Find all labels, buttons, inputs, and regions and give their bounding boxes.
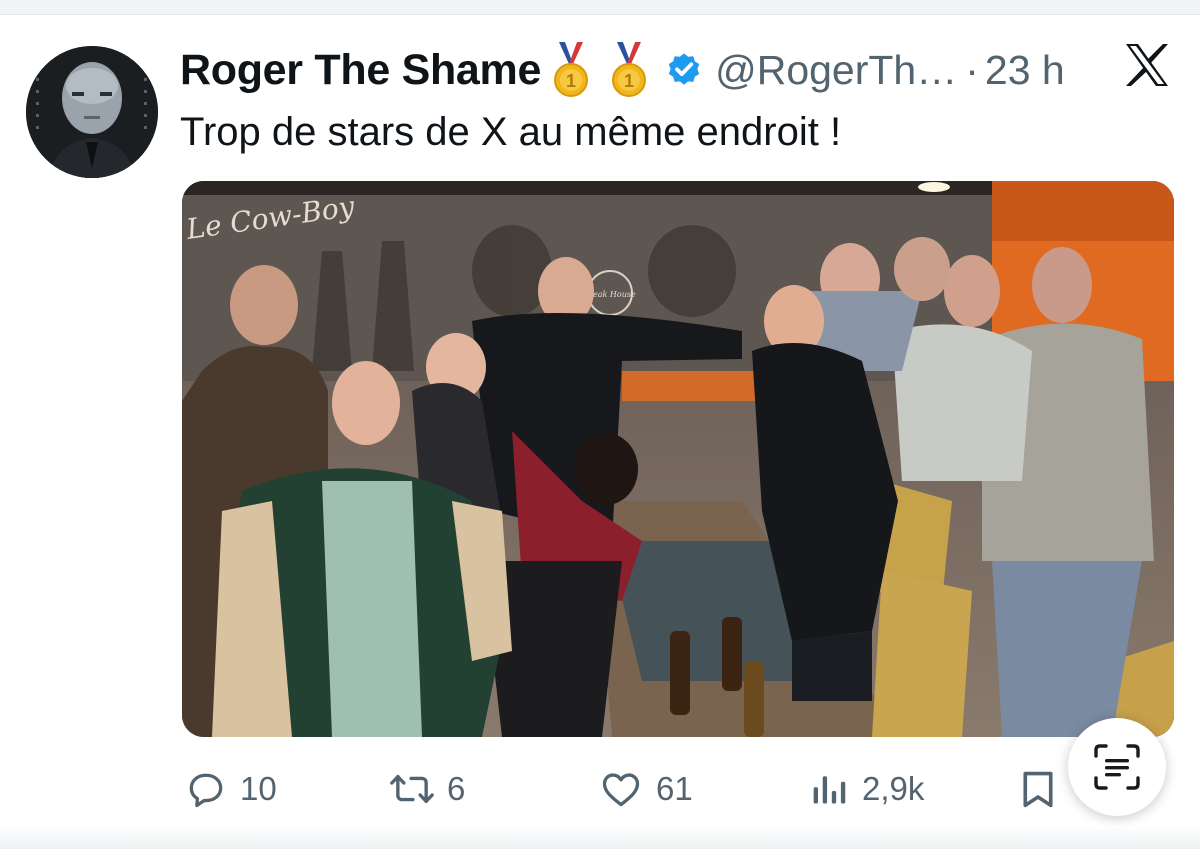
repost-icon xyxy=(390,774,434,804)
gold-medal-icon: 1 xyxy=(612,42,647,97)
tweet-actions: 10 6 61 2,9k xyxy=(0,756,1200,826)
medal-digit: 1 xyxy=(566,71,576,91)
group-photo-image: Le Cow-Boy Steak House xyxy=(182,181,1174,737)
tweet-photo[interactable]: Le Cow-Boy Steak House xyxy=(182,181,1174,737)
tweet-header: Roger The Shame 1 1 @RogerTh… · 23 h xyxy=(180,38,1065,102)
avatar-image xyxy=(26,46,158,178)
repost-count: 6 xyxy=(447,770,466,807)
reply-button[interactable]: 10 xyxy=(184,766,277,812)
tweet-text: Trop de stars de X au même endroit ! xyxy=(180,110,842,154)
heart-icon xyxy=(602,773,640,807)
bookmark-button[interactable] xyxy=(1018,766,1058,812)
views-count: 2,9k xyxy=(862,770,925,807)
verified-badge-icon[interactable] xyxy=(665,51,703,89)
bookmark-icon xyxy=(1023,771,1053,808)
gold-medal-icon: 1 xyxy=(554,42,589,97)
like-count: 61 xyxy=(656,770,693,807)
reply-icon xyxy=(189,773,223,808)
separator-dot: · xyxy=(965,46,979,93)
medal-digit: 1 xyxy=(624,71,634,91)
avatar[interactable] xyxy=(26,46,158,178)
like-button[interactable]: 61 xyxy=(598,766,693,812)
bottom-fade xyxy=(0,826,1200,849)
timestamp[interactable]: 23 h xyxy=(985,47,1065,94)
repost-button[interactable]: 6 xyxy=(389,766,465,812)
author-name[interactable]: Roger The Shame xyxy=(180,46,541,95)
reply-count: 10 xyxy=(240,770,277,807)
x-logo-icon xyxy=(1126,44,1168,86)
views-button[interactable]: 2,9k xyxy=(810,766,924,812)
text-scan-icon xyxy=(1094,744,1140,790)
views-chart-icon xyxy=(813,776,846,804)
top-divider xyxy=(0,0,1200,15)
author-handle[interactable]: @RogerTh… xyxy=(715,47,957,94)
text-scan-button[interactable] xyxy=(1068,718,1166,816)
